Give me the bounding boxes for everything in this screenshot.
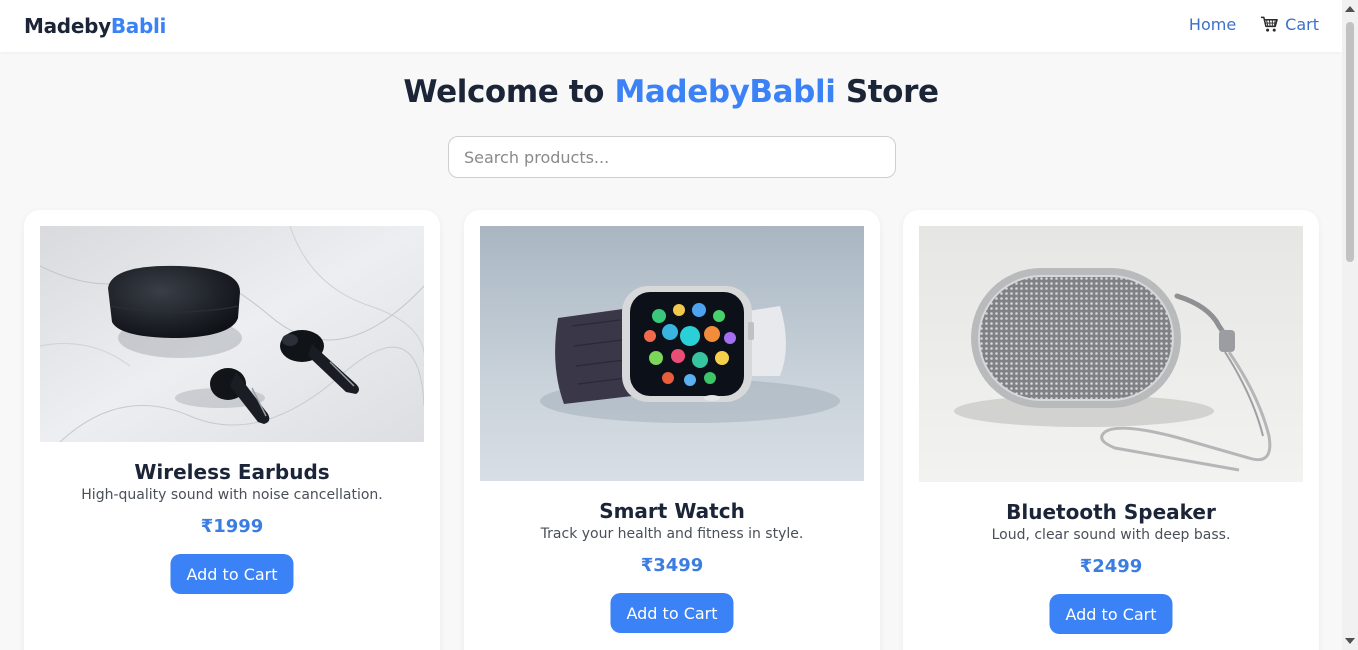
product-card-bluetooth-speaker: Bluetooth Speaker Loud, clear sound with… bbox=[903, 210, 1319, 650]
product-card-earbuds: Wireless Earbuds High-quality sound with… bbox=[24, 210, 440, 650]
nav-cart-label: Cart bbox=[1285, 15, 1319, 34]
nav-home-label: Home bbox=[1188, 15, 1237, 34]
product-name: Wireless Earbuds bbox=[134, 460, 330, 484]
add-to-cart-button[interactable]: Add to Cart bbox=[170, 554, 294, 594]
page-scrollbar[interactable] bbox=[1342, 0, 1358, 650]
title-end: Store bbox=[835, 74, 939, 110]
product-name: Smart Watch bbox=[599, 499, 745, 523]
logo-main-text: Madeby bbox=[24, 14, 111, 38]
title-start: Welcome to bbox=[403, 74, 615, 110]
nav-cart-link[interactable]: Cart bbox=[1260, 15, 1319, 34]
product-description: High-quality sound with noise cancellati… bbox=[81, 487, 383, 503]
site-logo[interactable]: MadebyBabli bbox=[24, 14, 166, 38]
nav-home-link[interactable]: Home bbox=[1189, 15, 1236, 34]
product-name: Bluetooth Speaker bbox=[1006, 500, 1216, 524]
product-price: ₹3499 bbox=[640, 555, 704, 576]
bluetooth-speaker-image[interactable] bbox=[919, 226, 1303, 482]
product-description: Track your health and fitness in style. bbox=[540, 526, 804, 542]
title-brand: MadebyBabli bbox=[614, 74, 836, 110]
navbar: MadebyBabli Home Cart bbox=[0, 0, 1342, 52]
nav-links: Home Cart bbox=[1189, 15, 1319, 34]
smart-watch-image[interactable] bbox=[480, 226, 864, 481]
scrollbar-thumb[interactable] bbox=[1346, 22, 1354, 262]
product-price: ₹2499 bbox=[1079, 556, 1143, 577]
product-card-smart-watch: Smart Watch Track your health and fitnes… bbox=[464, 210, 880, 650]
add-to-cart-button[interactable]: Add to Cart bbox=[1049, 594, 1173, 634]
page-title: Welcome to MadebyBabli Store bbox=[0, 74, 1342, 110]
logo-accent-text: Babli bbox=[110, 14, 167, 38]
cart-icon bbox=[1261, 16, 1278, 32]
product-description: Loud, clear sound with deep bass. bbox=[991, 527, 1231, 543]
product-price: ₹1999 bbox=[200, 516, 264, 537]
scroll-up-arrow-icon[interactable] bbox=[1345, 6, 1355, 12]
scroll-down-arrow-icon[interactable] bbox=[1345, 638, 1355, 644]
earbuds-image[interactable] bbox=[40, 226, 424, 442]
add-to-cart-button[interactable]: Add to Cart bbox=[610, 593, 734, 633]
search-input[interactable] bbox=[448, 136, 896, 178]
